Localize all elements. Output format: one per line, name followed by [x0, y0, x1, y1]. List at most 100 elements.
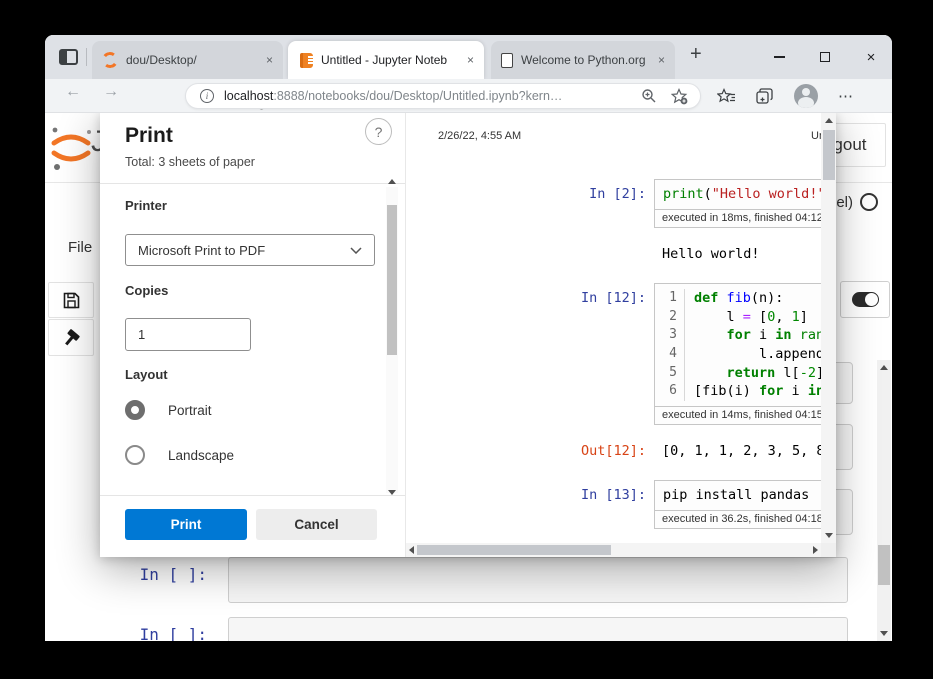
url-text[interactable]: localhost:8888/notebooks/dou/Desktop/Unt… — [224, 89, 633, 103]
cell-input-area: print("Hello world!") executed in 18ms, f… — [654, 179, 834, 228]
portrait-option[interactable]: Portrait — [125, 400, 212, 420]
radio-unselected-icon[interactable] — [125, 445, 145, 465]
scrollbar-thumb[interactable] — [878, 545, 890, 585]
close-icon[interactable]: × — [467, 53, 474, 67]
tab-untitled-notebook[interactable]: Untitled - Jupyter Noteb × — [288, 41, 484, 79]
menu-file[interactable]: File — [68, 239, 92, 256]
scroll-up-icon[interactable] — [388, 179, 396, 184]
output-prompt — [406, 239, 646, 245]
output-prompt: Out[12]: — [406, 436, 646, 461]
divider — [100, 183, 405, 184]
preview-horizontal-scrollbar[interactable] — [406, 543, 821, 557]
help-button[interactable]: ? — [365, 118, 392, 145]
tab-python-org[interactable]: Welcome to Python.org × — [491, 41, 675, 79]
close-icon[interactable]: × — [266, 53, 273, 67]
page-scrollbar[interactable] — [877, 360, 891, 641]
toggle-button[interactable] — [840, 281, 890, 318]
scroll-up-icon[interactable] — [825, 118, 833, 123]
browser-window: dou/Desktop/ × Untitled - Jupyter Noteb … — [45, 35, 892, 641]
preview-notebook-cells: In [2]:print("Hello world!")executed in … — [406, 179, 827, 557]
execute-time-note: executed in 18ms, finished 04:12:30 2022… — [655, 209, 833, 227]
scroll-left-icon[interactable] — [409, 546, 414, 554]
cell-output-row: Hello world! — [406, 239, 827, 264]
empty-input-prompt: In [ ]: — [105, 565, 207, 584]
dialog-title: Print — [125, 124, 173, 148]
vertical-tabs-icon[interactable] — [59, 49, 78, 65]
input-prompt: In [13]: — [406, 480, 646, 505]
kernel-status-icon — [860, 193, 878, 211]
sheets-total: Total: 3 sheets of paper — [125, 155, 255, 169]
input-prompt: In [2]: — [406, 179, 646, 204]
chevron-down-icon — [350, 247, 362, 254]
gavel-icon — [60, 326, 83, 349]
scrollbar-thumb[interactable] — [387, 205, 397, 355]
cell-input-area: 123456 def fib(n): l = [0, 1] for i in ra… — [654, 283, 834, 425]
settings-scrollbar[interactable] — [386, 187, 398, 493]
save-button[interactable] — [48, 282, 94, 318]
minimize-button[interactable] — [757, 35, 801, 79]
tab-title: Welcome to Python.org — [521, 53, 652, 67]
tab-title: dou/Desktop/ — [126, 53, 260, 67]
copies-input[interactable] — [125, 318, 251, 351]
back-icon[interactable]: ← — [65, 83, 81, 101]
printer-value: Microsoft Print to PDF — [138, 243, 265, 258]
tab-jupyter-files[interactable]: dou/Desktop/ × — [92, 41, 283, 79]
input-prompt: In [12]: — [406, 283, 646, 308]
code-text: print("Hello world!") — [663, 185, 834, 204]
tab-title: Untitled - Jupyter Noteb — [321, 53, 461, 67]
print-button[interactable]: Print — [125, 509, 247, 540]
landscape-option[interactable]: Landscape — [125, 445, 234, 465]
empty-input-prompt: In [ ]: — [105, 625, 207, 641]
line-numbers: 123456 — [663, 289, 685, 401]
preview-header-date: 2/26/22, 4:55 AM — [438, 130, 521, 142]
empty-code-cell[interactable] — [228, 617, 848, 641]
notebook-cell: In [12]:123456def fib(n): l = [0, 1] for… — [406, 283, 827, 460]
execute-time-note: executed in 14ms, finished 04:15:03 2022… — [655, 406, 833, 424]
maximize-button[interactable] — [803, 35, 847, 79]
jupyter-logo — [48, 121, 94, 175]
print-preview-panel: 2/26/22, 4:55 AM Untitled - Jupyter Note… — [405, 113, 836, 557]
page-icon — [501, 53, 513, 68]
cell-output-text: [0, 1, 1, 2, 3, 5, 8, 13, 21, 34] — [646, 436, 836, 461]
copies-label: Copies — [125, 283, 168, 298]
landscape-label: Landscape — [168, 448, 234, 463]
scrollbar-thumb[interactable] — [417, 545, 611, 555]
zoom-icon[interactable] — [641, 88, 657, 104]
new-tab-button[interactable]: + — [690, 43, 702, 66]
execute-time-note: executed in 36.2s, finished 04:18:47 202… — [655, 510, 833, 528]
tab-separator — [86, 48, 87, 66]
close-icon[interactable]: × — [658, 53, 665, 67]
settings-menu-icon[interactable]: ⋯ — [838, 87, 853, 105]
cell-output-row: Out[12]:[0, 1, 1, 2, 3, 5, 8, 13, 21, 34… — [406, 436, 827, 461]
scroll-up-icon[interactable] — [880, 365, 888, 370]
radio-selected-icon[interactable] — [125, 400, 145, 420]
scrollbar-thumb[interactable] — [823, 130, 835, 180]
code-text: def fib(n): l = [0, 1] for i in range(n)… — [694, 289, 836, 401]
scroll-down-icon[interactable] — [880, 631, 888, 636]
notebook-cell: In [2]:print("Hello world!")executed in … — [406, 179, 827, 263]
address-bar[interactable]: i localhost:8888/notebooks/dou/Desktop/U… — [185, 83, 701, 109]
add-favorite-star-icon[interactable] — [671, 88, 688, 105]
floppy-icon — [63, 292, 80, 309]
print-settings-panel: Print Total: 3 sheets of paper ? Printer… — [100, 113, 405, 557]
collections-icon[interactable] — [756, 88, 774, 105]
printer-select[interactable]: Microsoft Print to PDF — [125, 234, 375, 266]
code-text: pip install pandas — [663, 486, 809, 505]
portrait-label: Portrait — [168, 403, 212, 418]
window-close-button[interactable]: × — [849, 35, 892, 79]
gavel-button[interactable] — [48, 319, 94, 356]
divider — [100, 495, 405, 496]
empty-code-cell[interactable] — [228, 557, 848, 603]
scroll-down-icon[interactable] — [825, 533, 833, 538]
print-dialog: Print Total: 3 sheets of paper ? Printer… — [100, 113, 836, 557]
scroll-right-icon[interactable] — [813, 546, 818, 554]
preview-vertical-scrollbar[interactable] — [821, 113, 836, 543]
forward-icon[interactable]: → — [103, 83, 119, 101]
profile-avatar[interactable] — [794, 84, 818, 108]
cancel-button[interactable]: Cancel — [256, 509, 377, 540]
tab-bar: dou/Desktop/ × Untitled - Jupyter Noteb … — [45, 35, 892, 79]
favorites-bar-icon[interactable] — [717, 88, 736, 105]
site-info-icon[interactable]: i — [200, 89, 214, 103]
navigation-bar: ← → i localhost:8888/notebooks/dou/Deskt… — [45, 79, 892, 113]
jupyter-ring-icon — [101, 51, 119, 69]
